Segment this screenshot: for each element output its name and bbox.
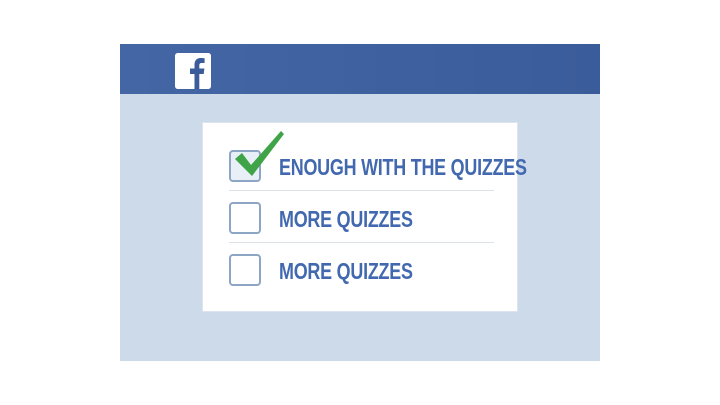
checkbox-unchecked[interactable] [229,202,261,234]
option-more-quizzes[interactable]: MORE QUIZZES [229,191,499,241]
option-enough-quizzes[interactable]: ENOUGH WITH THE QUIZZES [229,131,527,189]
top-bar [120,44,600,94]
facebook-window: ENOUGH WITH THE QUIZZES MORE QUIZZES MOR… [120,44,600,361]
option-more-quizzes[interactable]: MORE QUIZZES [229,243,499,293]
option-label: MORE QUIZZES [279,258,413,284]
option-label: ENOUGH WITH THE QUIZZES [279,154,527,180]
quiz-options-card: ENOUGH WITH THE QUIZZES MORE QUIZZES MOR… [203,123,527,311]
checkbox-unchecked[interactable] [229,254,261,286]
option-label: MORE QUIZZES [279,206,413,232]
facebook-logo-icon[interactable] [175,53,211,89]
